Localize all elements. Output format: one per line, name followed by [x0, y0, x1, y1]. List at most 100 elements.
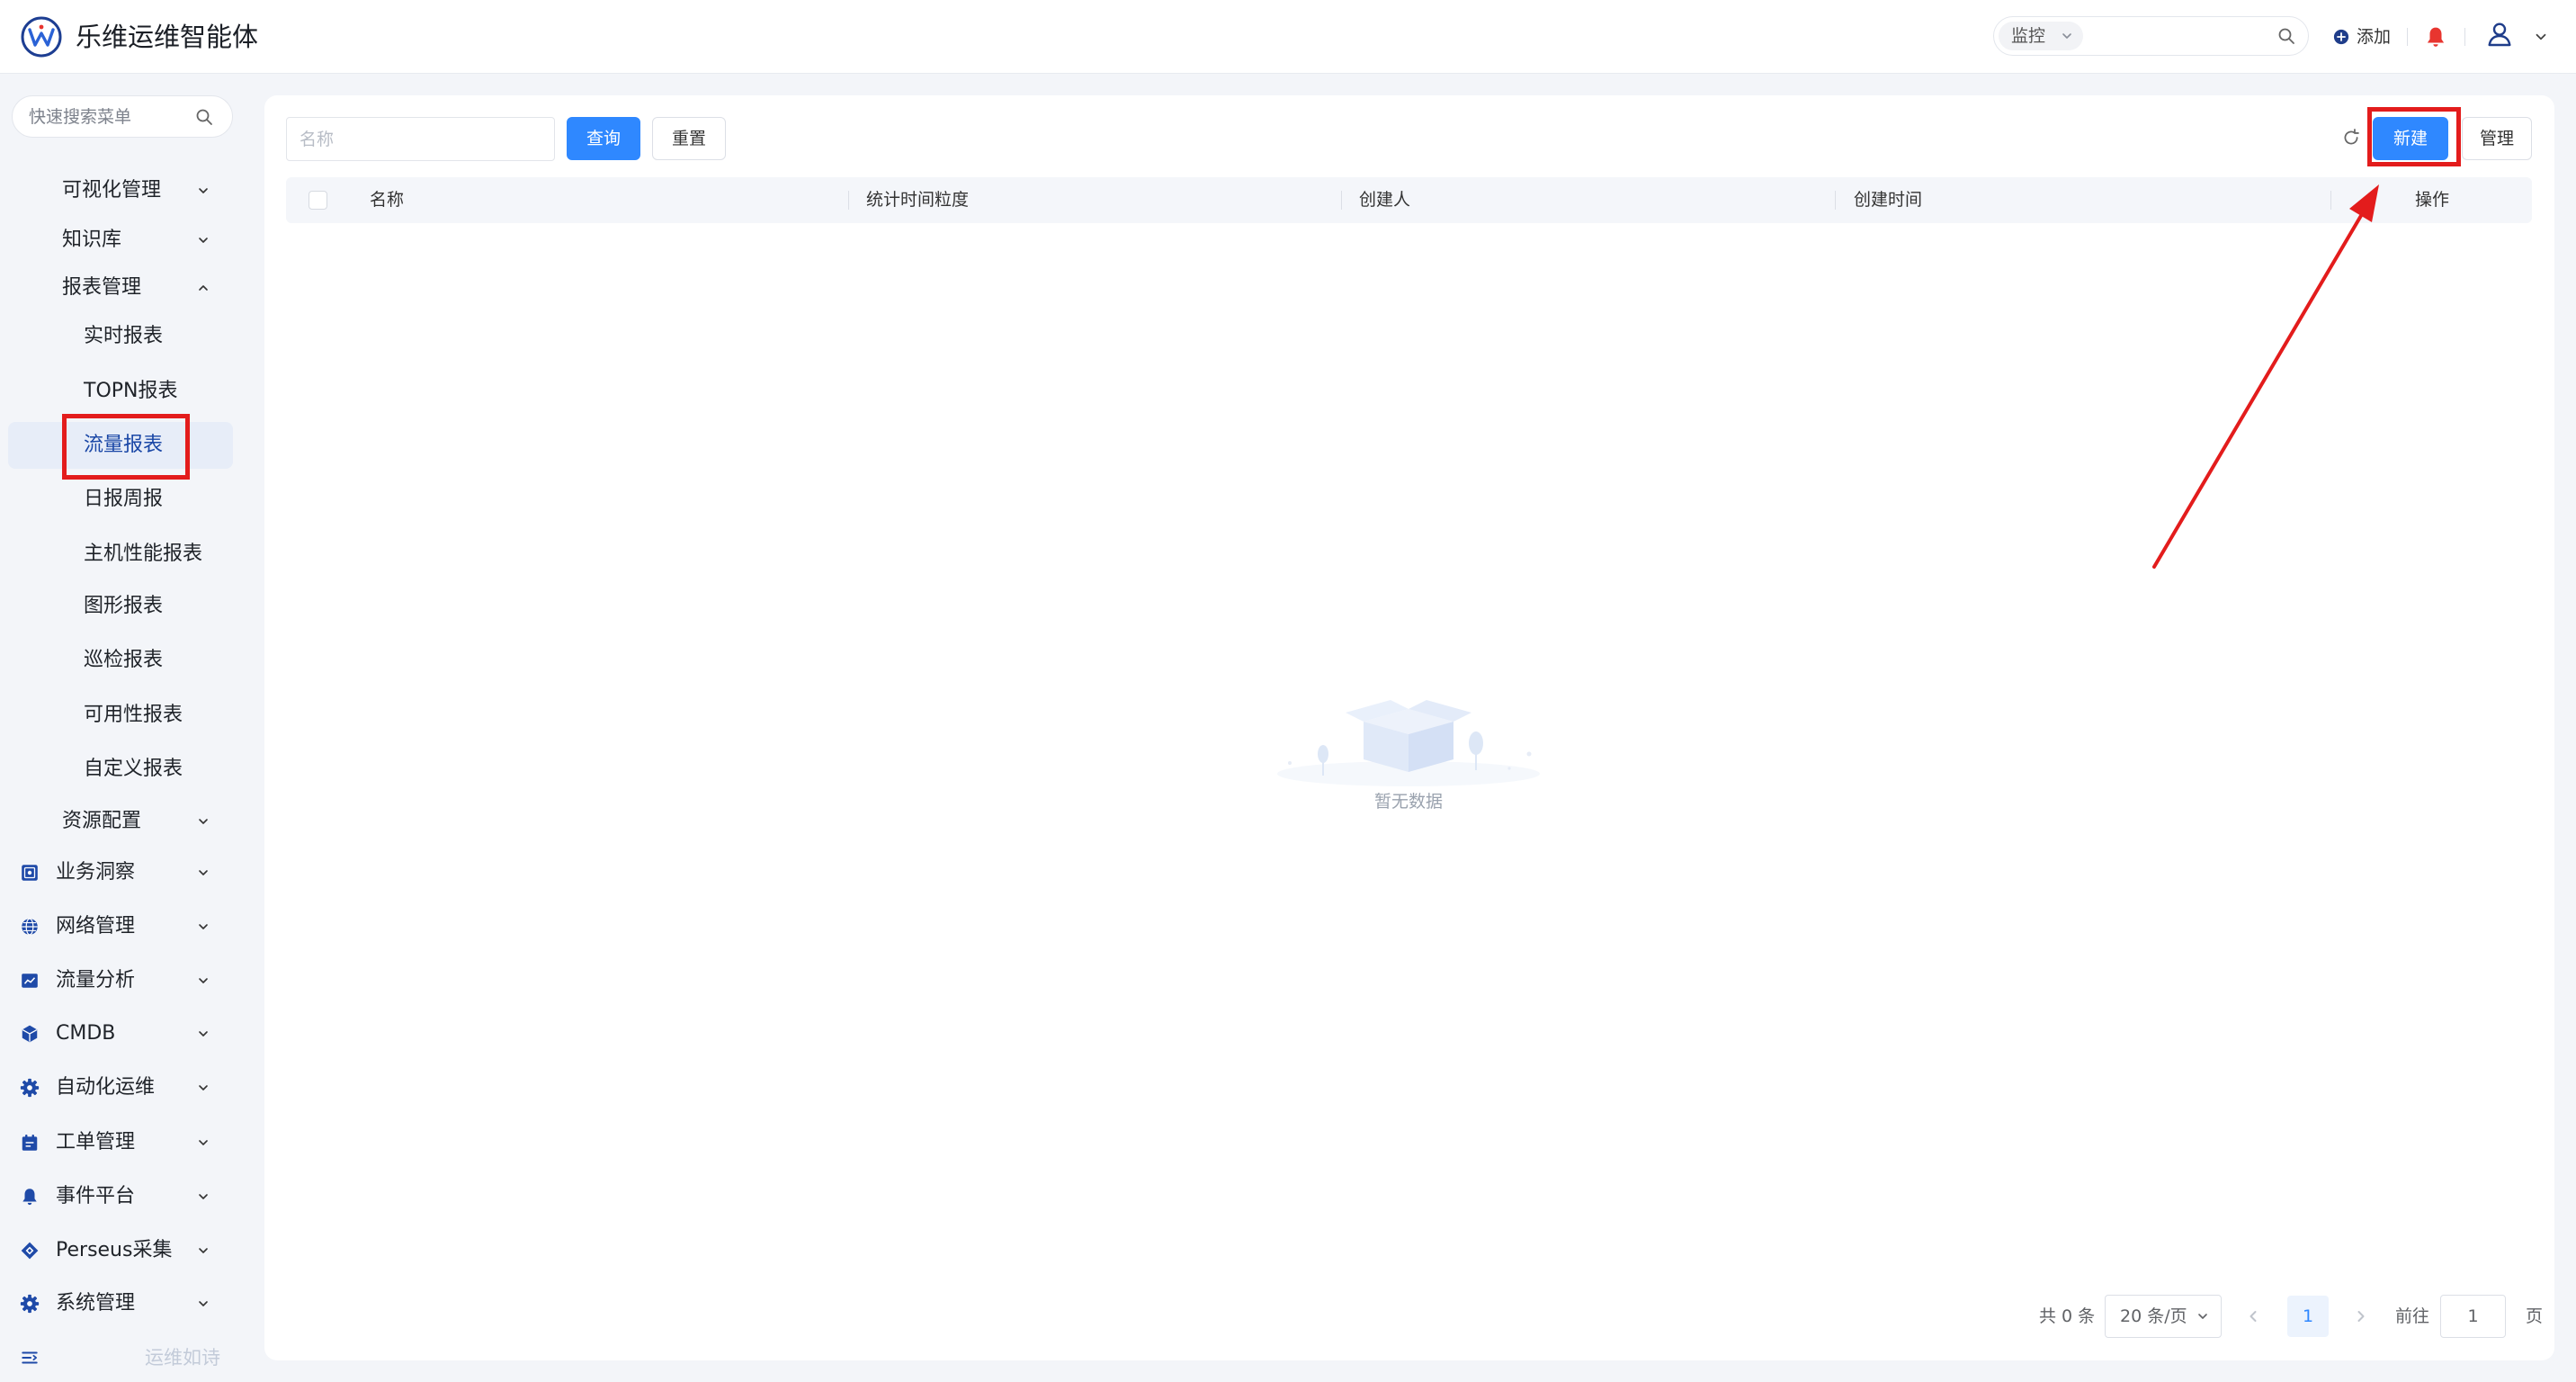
user-icon[interactable] — [2485, 20, 2514, 49]
reset-button[interactable]: 重置 — [652, 117, 726, 160]
column-header-name: 名称 — [370, 190, 405, 210]
menu-search-input[interactable] — [27, 96, 189, 137]
sidebar-item-automation-ops[interactable]: 自动化运维 — [8, 1064, 233, 1111]
search-icon[interactable] — [2277, 27, 2295, 45]
line-chart-icon — [20, 971, 40, 991]
empty-state-text: 暂无数据 — [1373, 792, 1443, 812]
sidebar-item-label: 事件平台 — [56, 1185, 136, 1207]
sidebar-item-event-platform[interactable]: 事件平台 — [8, 1173, 233, 1220]
global-search-input[interactable] — [2091, 21, 2271, 51]
chevron-down-icon — [196, 1027, 210, 1041]
sidebar-item-traffic-report[interactable]: 流量报表 — [8, 422, 233, 469]
sidebar-item-label: 巡检报表 — [84, 649, 164, 671]
column-header-created-time: 创建时间 — [1854, 190, 1923, 210]
report-list-panel: 查询 重置 新建 管理 名称 统计时间粒度 创建人 创建时间 操作 — [264, 95, 2554, 1360]
sidebar-item-perseus-collect[interactable]: Perseus采集 — [8, 1227, 233, 1274]
sidebar-item-label: 实时报表 — [84, 325, 164, 347]
gear-icon — [20, 1294, 40, 1314]
select-all-checkbox[interactable] — [309, 191, 327, 210]
sidebar-item-label: 流量分析 — [56, 969, 136, 992]
sidebar-item-host-performance-report[interactable]: 主机性能报表 — [8, 531, 233, 578]
chevron-down-icon[interactable] — [2533, 29, 2549, 45]
chevron-down-icon — [196, 1297, 210, 1311]
globe-icon — [20, 917, 40, 937]
bell-icon[interactable] — [2424, 25, 2447, 49]
sidebar-item-traffic-analysis[interactable]: 流量分析 — [8, 957, 233, 1004]
sidebar-item-label: 报表管理 — [62, 276, 142, 299]
column-header-creator: 创建人 — [1359, 190, 1411, 210]
chevron-down-icon — [2060, 29, 2074, 43]
refresh-icon[interactable] — [2341, 128, 2361, 148]
app-title: 乐维运维智能体 — [76, 22, 259, 52]
sidebar-item-label: 业务洞察 — [56, 861, 136, 884]
top-header: 乐维运维智能体 监控 添加 — [0, 0, 2576, 74]
calendar-ticket-icon — [20, 1133, 40, 1153]
column-divider — [2330, 191, 2331, 210]
sidebar-item-label: 系统管理 — [56, 1292, 136, 1315]
chevron-down-icon — [196, 866, 210, 880]
column-divider — [848, 191, 849, 210]
column-header-granularity: 统计时间粒度 — [866, 190, 970, 210]
page-size-value: 20 条/页 — [2120, 1306, 2187, 1326]
sidebar-item-ticket-management[interactable]: 工单管理 — [8, 1119, 233, 1166]
pagination-next-icon[interactable] — [2352, 1307, 2370, 1325]
chevron-down-icon — [196, 233, 210, 247]
chevron-down-icon — [196, 1081, 210, 1095]
sidebar-item-custom-report[interactable]: 自定义报表 — [8, 746, 233, 793]
name-filter-input[interactable] — [286, 117, 555, 161]
sidebar-item-label: 流量报表 — [84, 434, 164, 456]
chevron-up-icon — [196, 281, 210, 295]
chevron-down-icon — [196, 1243, 210, 1258]
column-divider — [1835, 191, 1836, 210]
sidebar-item-label: CMDB — [56, 1022, 116, 1045]
dashboard-icon — [20, 863, 40, 883]
module-select-value: 监控 — [2011, 26, 2046, 46]
sidebar-item-cmdb[interactable]: CMDB — [8, 1010, 233, 1057]
menu-search — [12, 95, 233, 138]
query-button[interactable]: 查询 — [567, 117, 640, 160]
sidebar-item-report-management[interactable]: 报表管理 — [8, 265, 233, 311]
pagination-page-1[interactable]: 1 — [2287, 1296, 2329, 1337]
sidebar-item-graphic-report[interactable]: 图形报表 — [8, 583, 233, 630]
search-icon[interactable] — [195, 108, 213, 126]
module-select[interactable]: 监控 — [1999, 22, 2083, 50]
sidebar-item-daily-weekly-report[interactable]: 日报周报 — [8, 476, 233, 523]
sidebar-item-label: 知识库 — [62, 229, 122, 251]
plus-circle-icon — [2333, 29, 2349, 45]
header-divider — [2464, 28, 2465, 46]
sidebar-item-resource-config[interactable]: 资源配置 — [8, 798, 233, 845]
sidebar-item-realtime-report[interactable]: 实时报表 — [8, 313, 233, 360]
pagination-prev-icon[interactable] — [2244, 1307, 2262, 1325]
pagination-page-suffix: 页 — [2526, 1306, 2544, 1326]
add-button[interactable]: 添加 — [2331, 20, 2396, 54]
gear-icon — [20, 1078, 40, 1098]
create-button[interactable]: 新建 — [2373, 117, 2448, 160]
column-header-actions: 操作 — [2414, 190, 2449, 210]
menu-collapse-icon[interactable] — [20, 1348, 40, 1368]
page-size-select[interactable]: 20 条/页 — [2105, 1295, 2222, 1338]
sidebar-item-knowledge-base[interactable]: 知识库 — [8, 217, 233, 264]
sidebar-item-label: 网络管理 — [56, 915, 136, 938]
sidebar-item-business-insight[interactable]: 业务洞察 — [8, 849, 233, 896]
app-logo[interactable] — [20, 15, 63, 58]
chevron-down-icon — [196, 814, 210, 829]
sidebar-item-network-management[interactable]: 网络管理 — [8, 903, 233, 950]
sidebar-item-label: 自动化运维 — [56, 1076, 156, 1099]
pagination-goto-label: 前往 — [2395, 1306, 2430, 1326]
chevron-down-icon — [196, 920, 210, 934]
pagination-goto-input[interactable] — [2440, 1295, 2506, 1338]
sidebar-item-label: 工单管理 — [56, 1131, 136, 1153]
sidebar-item-system-management[interactable]: 系统管理 — [8, 1280, 233, 1327]
sidebar-item-availability-report[interactable]: 可用性报表 — [8, 692, 233, 739]
sidebar-item-inspection-report[interactable]: 巡检报表 — [8, 637, 233, 684]
header-divider — [2407, 28, 2408, 46]
sidebar-item-label: TOPN报表 — [84, 380, 178, 402]
manage-button[interactable]: 管理 — [2462, 117, 2532, 160]
sidebar-item-visualization[interactable]: 可视化管理 — [8, 167, 233, 214]
column-divider — [1341, 191, 1342, 210]
chevron-down-icon — [196, 1189, 210, 1204]
sidebar-item-topn-report[interactable]: TOPN报表 — [8, 368, 233, 415]
cube-icon — [20, 1024, 40, 1044]
diamond-icon — [20, 1241, 40, 1261]
global-search: 监控 — [1993, 16, 2309, 56]
